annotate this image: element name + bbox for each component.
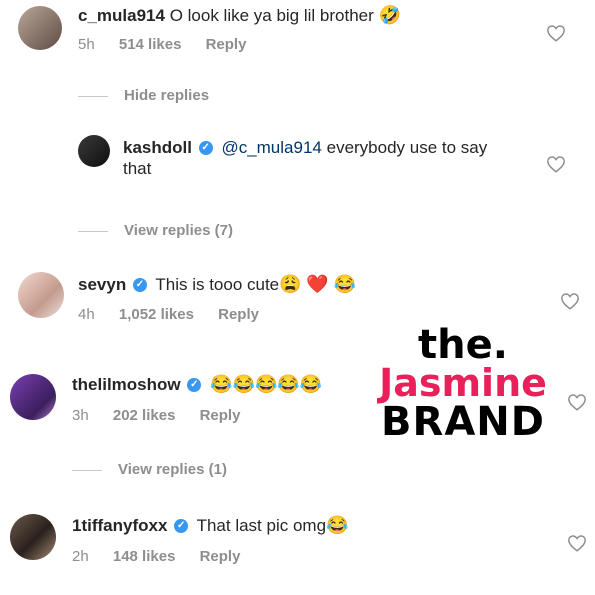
emoji-rofl: 🤣: [378, 5, 401, 25]
watermark-logo: the. Jasmine BRAND: [368, 322, 558, 445]
username-link[interactable]: c_mula914: [78, 6, 165, 25]
timestamp: 2h: [72, 548, 89, 565]
timestamp: 3h: [72, 407, 89, 424]
reply-button[interactable]: Reply: [200, 407, 241, 424]
heart-outline-icon[interactable]: [567, 393, 587, 411]
heart-outline-icon[interactable]: [546, 24, 566, 42]
comment-text-row: c_mula914 O look like ya big lil brother…: [78, 4, 401, 27]
watermark-the: the.: [418, 322, 508, 368]
timestamp: 5h: [78, 36, 95, 53]
heart-outline-icon[interactable]: [546, 155, 566, 173]
reply-button[interactable]: Reply: [200, 548, 241, 565]
username-link[interactable]: thelilmoshow: [72, 375, 181, 394]
verified-badge-icon: ✓: [174, 518, 189, 533]
hide-replies-toggle[interactable]: Hide replies: [78, 87, 209, 104]
comment-meta: 3h 202 likes Reply: [72, 407, 260, 424]
reply-text-row-1: kashdoll ✓ @c_mula914 everybody use to s…: [123, 137, 487, 159]
divider-line: [78, 230, 108, 232]
avatar-thelilmoshow[interactable]: [10, 374, 56, 420]
emoji-joy: 😂: [333, 274, 356, 294]
comment-meta: 2h 148 likes Reply: [72, 548, 260, 565]
reply-text-row-2: that: [123, 158, 151, 180]
divider-line: [78, 95, 108, 97]
username-link[interactable]: 1tiffanyfoxx: [72, 516, 167, 535]
emoji-heart: ❤️: [306, 274, 329, 294]
emoji-joy: 😂: [277, 374, 300, 394]
emoji-joy: 😂: [326, 515, 349, 535]
verified-badge-icon: ✓: [132, 277, 147, 292]
mention-link[interactable]: @c_mula914: [221, 138, 321, 157]
reply-body-line2: that: [123, 159, 152, 178]
view-replies-toggle[interactable]: View replies (7): [78, 222, 233, 239]
comment-body: O look like ya big lil brother: [169, 6, 374, 25]
view-replies-label[interactable]: View replies (1): [118, 461, 227, 478]
avatar-c-mula914[interactable]: [18, 6, 62, 50]
emoji-weary: 😩: [279, 274, 302, 294]
heart-outline-icon[interactable]: [560, 292, 580, 310]
comment-meta: 4h 1,052 likes Reply: [78, 306, 279, 323]
likes-count[interactable]: 148 likes: [113, 548, 176, 565]
username-link[interactable]: kashdoll: [123, 138, 192, 157]
watermark-jasmine: Jasmine: [379, 361, 547, 405]
emoji-joy: 😂: [210, 374, 233, 394]
comment-text-row: 1tiffanyfoxx ✓ That last pic omg😂: [72, 514, 348, 537]
avatar-kashdoll[interactable]: [78, 135, 110, 167]
likes-count[interactable]: 514 likes: [119, 36, 182, 53]
view-replies-toggle[interactable]: View replies (1): [72, 461, 227, 478]
comment-body: That last pic omg: [196, 516, 327, 535]
reply-button[interactable]: Reply: [206, 36, 247, 53]
username-link[interactable]: sevyn: [78, 275, 126, 294]
comment-text-row: thelilmoshow ✓ 😂😂😂😂😂: [72, 373, 322, 396]
verified-badge-icon: ✓: [198, 140, 213, 155]
timestamp: 4h: [78, 306, 95, 323]
heart-outline-icon[interactable]: [567, 534, 587, 552]
avatar-sevyn[interactable]: [18, 272, 64, 318]
divider-line: [72, 469, 102, 471]
hide-replies-label[interactable]: Hide replies: [124, 87, 209, 104]
comment-text-row: sevyn ✓ This is tooo cute😩 ❤️ 😂: [78, 273, 356, 296]
likes-count[interactable]: 202 likes: [113, 407, 176, 424]
likes-count[interactable]: 1,052 likes: [119, 306, 194, 323]
reply-button[interactable]: Reply: [218, 306, 259, 323]
verified-badge-icon: ✓: [187, 377, 202, 392]
view-replies-label[interactable]: View replies (7): [124, 222, 233, 239]
comment-body: This is tooo cute: [155, 275, 280, 294]
comment-meta: 5h 514 likes Reply: [78, 36, 266, 53]
avatar-1tiffanyfoxx[interactable]: [10, 514, 56, 560]
emoji-joy: 😂: [299, 374, 323, 394]
reply-body-line1: everybody use to say: [326, 138, 488, 157]
emoji-joy: 😂: [254, 374, 278, 394]
watermark-brand: BRAND: [381, 399, 545, 445]
emoji-joy: 😂: [232, 374, 255, 394]
